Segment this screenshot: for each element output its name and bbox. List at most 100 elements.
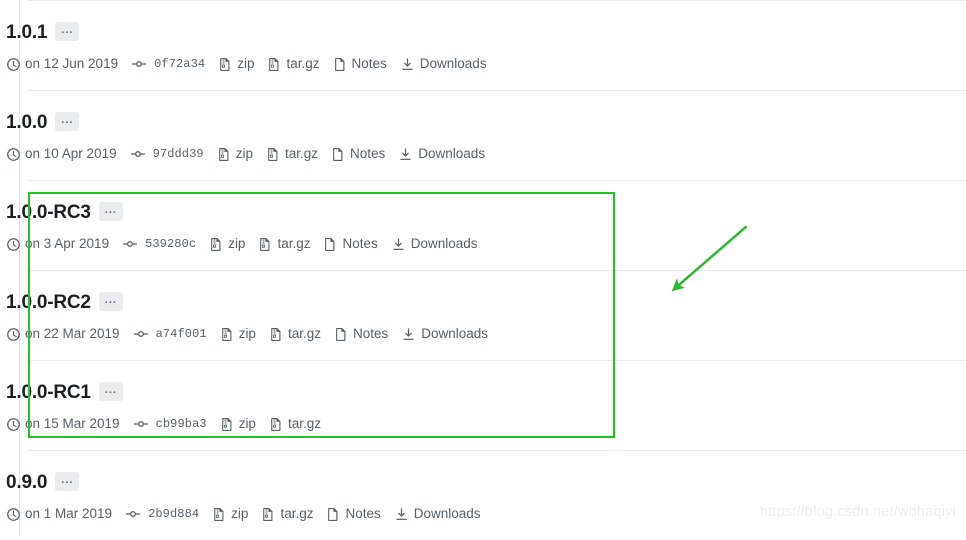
release-commit-label: a74f001 xyxy=(155,327,207,341)
release-ellipsis-badge[interactable]: ... xyxy=(55,21,80,41)
release-commit[interactable]: 539280c xyxy=(122,236,196,252)
git-commit-icon xyxy=(133,326,149,342)
release-commit-label: 97ddd39 xyxy=(152,147,204,161)
asset-targz-link[interactable]: tar.gz xyxy=(261,506,313,522)
clock-icon xyxy=(6,327,21,342)
asset-targz-link-label: tar.gz xyxy=(284,146,318,161)
file-zip-icon xyxy=(261,507,275,522)
release-date: on 15 Mar 2019 xyxy=(6,416,120,432)
clock-icon xyxy=(6,237,21,252)
row-divider xyxy=(28,360,966,361)
release-title[interactable]: 1.0.0-RC3... xyxy=(6,201,123,224)
release-notes-link-label: Notes xyxy=(345,506,381,521)
release-notes-link-label: Notes xyxy=(352,326,389,341)
release-ellipsis-badge[interactable]: ... xyxy=(55,471,80,491)
release-notes-link[interactable]: Notes xyxy=(326,506,381,522)
download-icon xyxy=(400,57,415,72)
file-icon xyxy=(333,57,347,72)
release-row xyxy=(28,450,966,540)
release-row xyxy=(28,180,966,270)
release-version-label: 1.0.0-RC3 xyxy=(6,202,91,223)
asset-zip-link-label: zip xyxy=(235,146,253,161)
asset-zip-link-label: zip xyxy=(238,416,256,431)
release-version-label: 1.0.0-RC1 xyxy=(6,382,91,403)
release-date-label: on 12 Jun 2019 xyxy=(25,56,119,71)
git-commit-icon xyxy=(133,416,149,432)
file-zip-icon xyxy=(212,507,226,522)
asset-zip-link[interactable]: zip xyxy=(217,146,253,162)
git-commit-icon xyxy=(125,506,141,522)
release-date: on 10 Apr 2019 xyxy=(6,146,117,162)
asset-zip-link[interactable]: zip xyxy=(218,56,254,72)
release-date: on 1 Mar 2019 xyxy=(6,506,112,522)
release-notes-link-label: Notes xyxy=(350,146,386,161)
release-notes-link[interactable]: Notes xyxy=(331,146,385,162)
file-zip-icon xyxy=(218,57,232,72)
asset-zip-link-label: zip xyxy=(237,56,255,71)
release-ellipsis-badge[interactable]: ... xyxy=(98,381,123,401)
release-ellipsis-badge[interactable]: ... xyxy=(98,291,123,311)
asset-targz-link[interactable]: tar.gz xyxy=(269,326,321,342)
release-meta: on 3 Apr 2019 539280c zip tar.gz Notes Downlo… xyxy=(6,236,478,252)
asset-zip-link[interactable]: zip xyxy=(212,506,248,522)
release-meta: on 22 Mar 2019 a74f001 zip tar.gz Notes Downl… xyxy=(6,326,488,342)
download-icon xyxy=(401,327,416,342)
release-meta: on 15 Mar 2019 cb99ba3 zip tar.gz xyxy=(6,416,321,432)
asset-zip-link-label: zip xyxy=(228,236,246,251)
release-notes-link[interactable]: Notes xyxy=(334,326,388,342)
release-commit[interactable]: 2b9d884 xyxy=(125,506,199,522)
asset-zip-link-label: zip xyxy=(238,326,256,341)
release-ellipsis-badge[interactable]: ... xyxy=(98,201,123,221)
downloads-link[interactable]: Downloads xyxy=(398,146,485,162)
asset-zip-link[interactable]: zip xyxy=(220,326,256,342)
release-notes-link[interactable]: Notes xyxy=(323,236,378,252)
release-meta: on 12 Jun 2019 0f72a34 zip tar.gz Notes Downl… xyxy=(6,56,487,72)
asset-targz-link[interactable]: tar.gz xyxy=(269,416,321,432)
downloads-link[interactable]: Downloads xyxy=(394,506,481,522)
release-meta: on 1 Mar 2019 2b9d884 zip tar.gz Notes Downlo… xyxy=(6,506,481,522)
release-row xyxy=(28,0,966,90)
downloads-link-label: Downloads xyxy=(418,146,486,161)
release-commit[interactable]: cb99ba3 xyxy=(133,416,207,432)
asset-zip-link-label: zip xyxy=(231,506,249,521)
clock-icon xyxy=(6,147,21,162)
clock-icon xyxy=(6,57,21,72)
watermark: https://blog.csdn.net/wohaqiyi xyxy=(759,504,956,520)
asset-targz-link-label: tar.gz xyxy=(287,326,321,341)
release-notes-link[interactable]: Notes xyxy=(333,56,387,72)
release-commit-label: 2b9d884 xyxy=(148,507,200,521)
asset-zip-link[interactable]: zip xyxy=(209,236,245,252)
release-date: on 12 Jun 2019 xyxy=(6,56,118,72)
release-title[interactable]: 1.0.0-RC2... xyxy=(6,291,123,314)
release-commit-label: 0f72a34 xyxy=(154,57,206,71)
downloads-link[interactable]: Downloads xyxy=(391,236,478,252)
timeline-rule xyxy=(19,0,20,535)
release-commit[interactable]: 97ddd39 xyxy=(130,146,204,162)
downloads-link[interactable]: Downloads xyxy=(401,326,488,342)
downloads-link[interactable]: Downloads xyxy=(400,56,487,72)
release-commit[interactable]: a74f001 xyxy=(133,326,207,342)
asset-targz-link-label: tar.gz xyxy=(280,506,314,521)
release-title[interactable]: 0.9.0... xyxy=(6,471,80,494)
release-ellipsis-badge[interactable]: ... xyxy=(55,111,80,131)
downloads-link-label: Downloads xyxy=(410,236,478,251)
release-row xyxy=(28,270,966,360)
asset-targz-link[interactable]: tar.gz xyxy=(258,236,310,252)
file-zip-icon xyxy=(217,147,231,162)
release-title[interactable]: 1.0.0... xyxy=(6,111,80,134)
asset-zip-link[interactable]: zip xyxy=(220,416,256,432)
file-zip-icon xyxy=(267,57,281,72)
file-icon xyxy=(334,327,348,342)
release-list: 1.0.1... on 12 Jun 2019 0f72a34 zip tar.gz No… xyxy=(0,0,966,535)
row-divider xyxy=(28,0,966,1)
release-title[interactable]: 1.0.1... xyxy=(6,21,80,44)
file-icon xyxy=(323,237,337,252)
downloads-link-label: Downloads xyxy=(413,506,481,521)
file-icon xyxy=(326,507,340,522)
release-commit[interactable]: 0f72a34 xyxy=(131,56,205,72)
asset-targz-link[interactable]: tar.gz xyxy=(266,146,318,162)
asset-targz-link[interactable]: tar.gz xyxy=(267,56,320,72)
release-title[interactable]: 1.0.0-RC1... xyxy=(6,381,123,404)
downloads-link-label: Downloads xyxy=(421,326,489,341)
file-zip-icon xyxy=(220,417,234,432)
